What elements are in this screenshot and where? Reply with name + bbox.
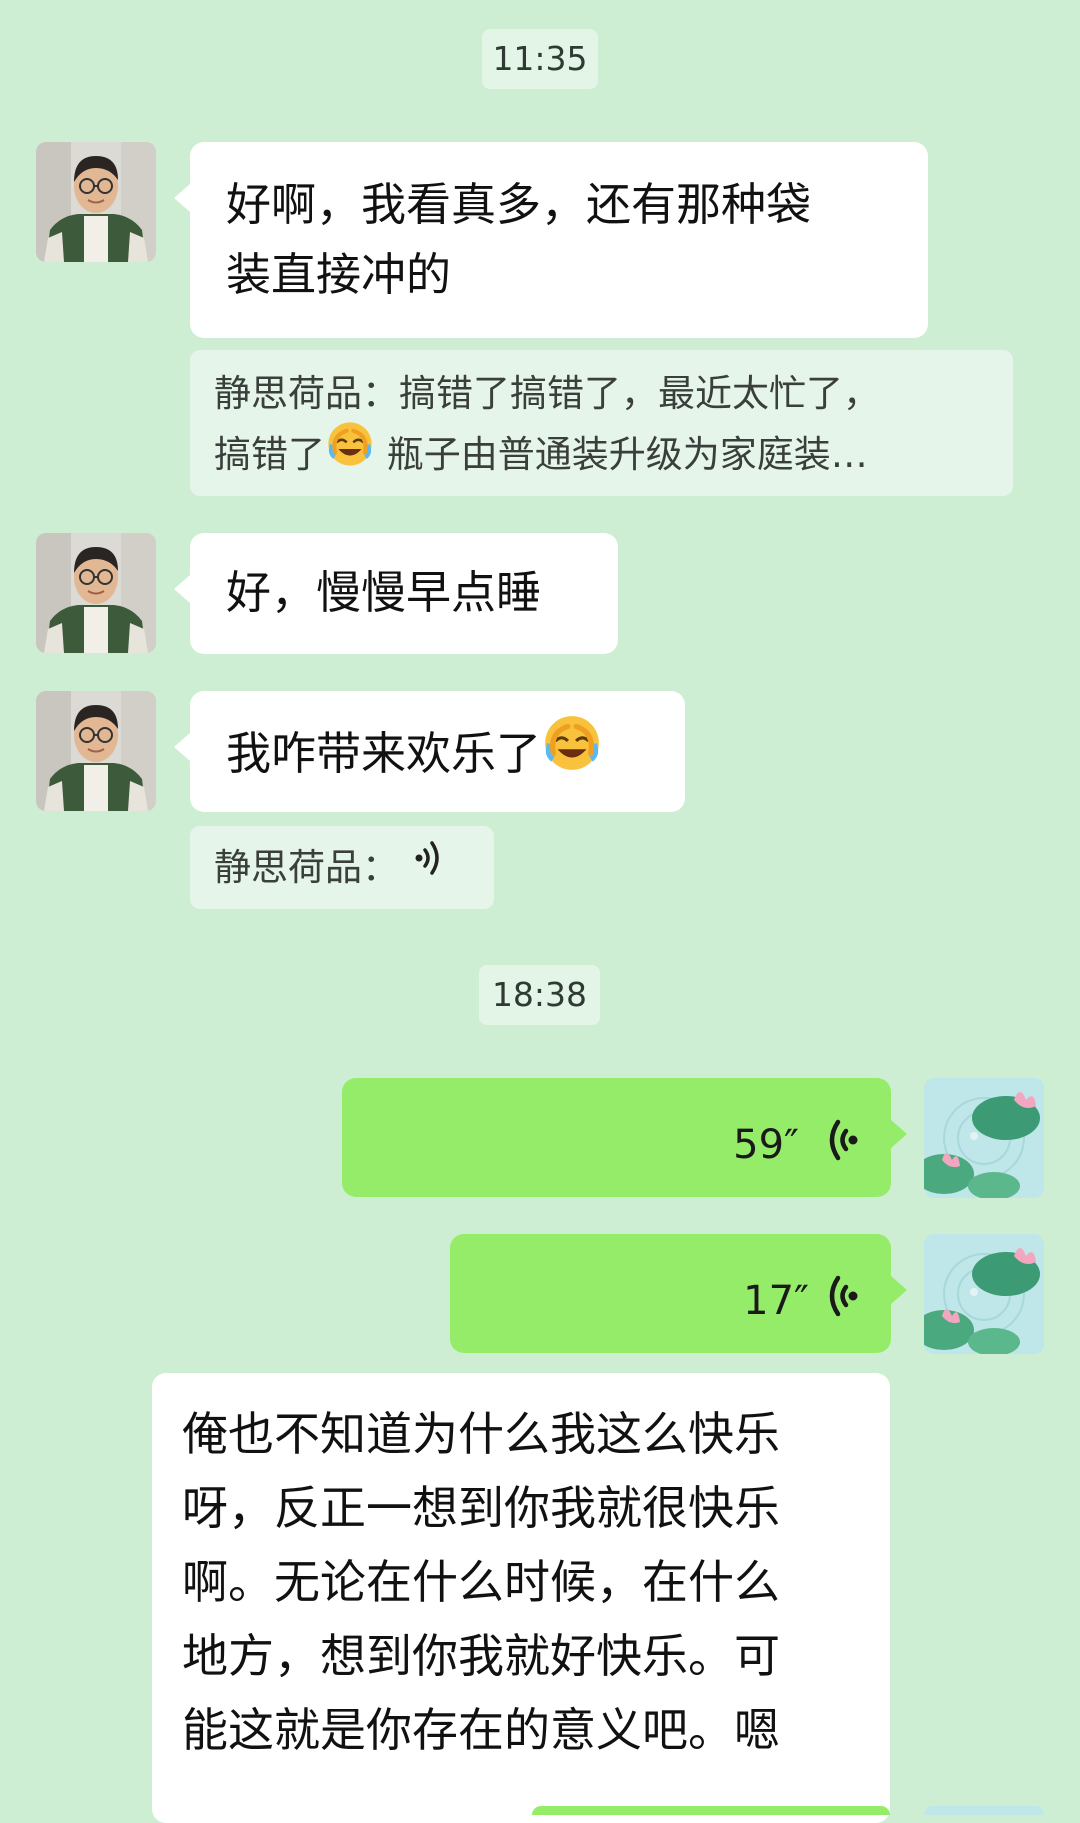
self-avatar-partial[interactable] — [924, 1806, 1044, 1815]
self-avatar[interactable] — [924, 1078, 1044, 1198]
message-bubble-incoming[interactable]: 好，慢慢早点睡 — [174, 533, 618, 654]
message-text: 好啊，我看真多，还有那种袋 — [226, 178, 812, 231]
message-bubble-incoming[interactable]: 好啊，我看真多，还有那种袋 装直接冲的 — [174, 142, 928, 338]
contact-avatar[interactable] — [36, 691, 156, 811]
next-outgoing-bubble-partial[interactable] — [532, 1806, 890, 1815]
transcription-text: 呀，反正一想到你我就很快乐 — [182, 1481, 780, 1535]
voice-wave-icon — [823, 1270, 861, 1340]
quoted-voice-reply[interactable]: 静思荷品： — [190, 826, 494, 909]
contact-avatar[interactable] — [36, 533, 156, 653]
crying-laughing-emoji-icon — [325, 419, 375, 486]
quote-text: 静思荷品： — [214, 846, 399, 889]
quote-text: 搞错了 — [214, 433, 325, 476]
crying-laughing-emoji-icon — [541, 712, 603, 794]
quote-text: 静思荷品：搞错了搞错了，最近太忙了， — [214, 372, 880, 415]
voice-wave-icon — [823, 1114, 861, 1184]
voice-duration: 59″ — [733, 1122, 799, 1168]
quoted-reply[interactable]: 静思荷品：搞错了搞错了，最近太忙了， 搞错了 瓶子由普通装升级为家庭装… — [190, 350, 1013, 496]
message-text: 装直接冲的 — [226, 248, 452, 301]
message-text: 好，慢慢早点睡 — [226, 566, 542, 619]
transcription-text: 俺也不知道为什么我这么快乐 — [182, 1407, 780, 1461]
timestamp-1838: 18:38 — [479, 965, 600, 1025]
timestamp-1135: 11:35 — [482, 29, 598, 89]
self-avatar[interactable] — [924, 1234, 1044, 1354]
voice-message-outgoing[interactable]: 59″ — [342, 1078, 907, 1197]
voice-message-outgoing[interactable]: 17″ — [450, 1234, 907, 1353]
quote-text: 瓶子由普通装升级为家庭装… — [375, 433, 868, 476]
transcription-text: 啊。无论在什么时候，在什么 — [182, 1555, 780, 1609]
voice-wave-icon — [411, 836, 445, 897]
contact-avatar[interactable] — [36, 142, 156, 262]
voice-duration: 17″ — [743, 1278, 809, 1324]
message-bubble-incoming[interactable]: 我咋带来欢乐了 — [174, 691, 685, 812]
message-text: 我咋带来欢乐了 — [226, 727, 542, 780]
voice-transcription-card[interactable]: 俺也不知道为什么我这么快乐 呀，反正一想到你我就很快乐 啊。无论在什么时候，在什… — [152, 1373, 890, 1823]
transcription-text: 能这就是你存在的意义吧。嗯 — [182, 1703, 780, 1757]
transcription-text: 地方，想到你我就好快乐。可 — [182, 1629, 780, 1683]
